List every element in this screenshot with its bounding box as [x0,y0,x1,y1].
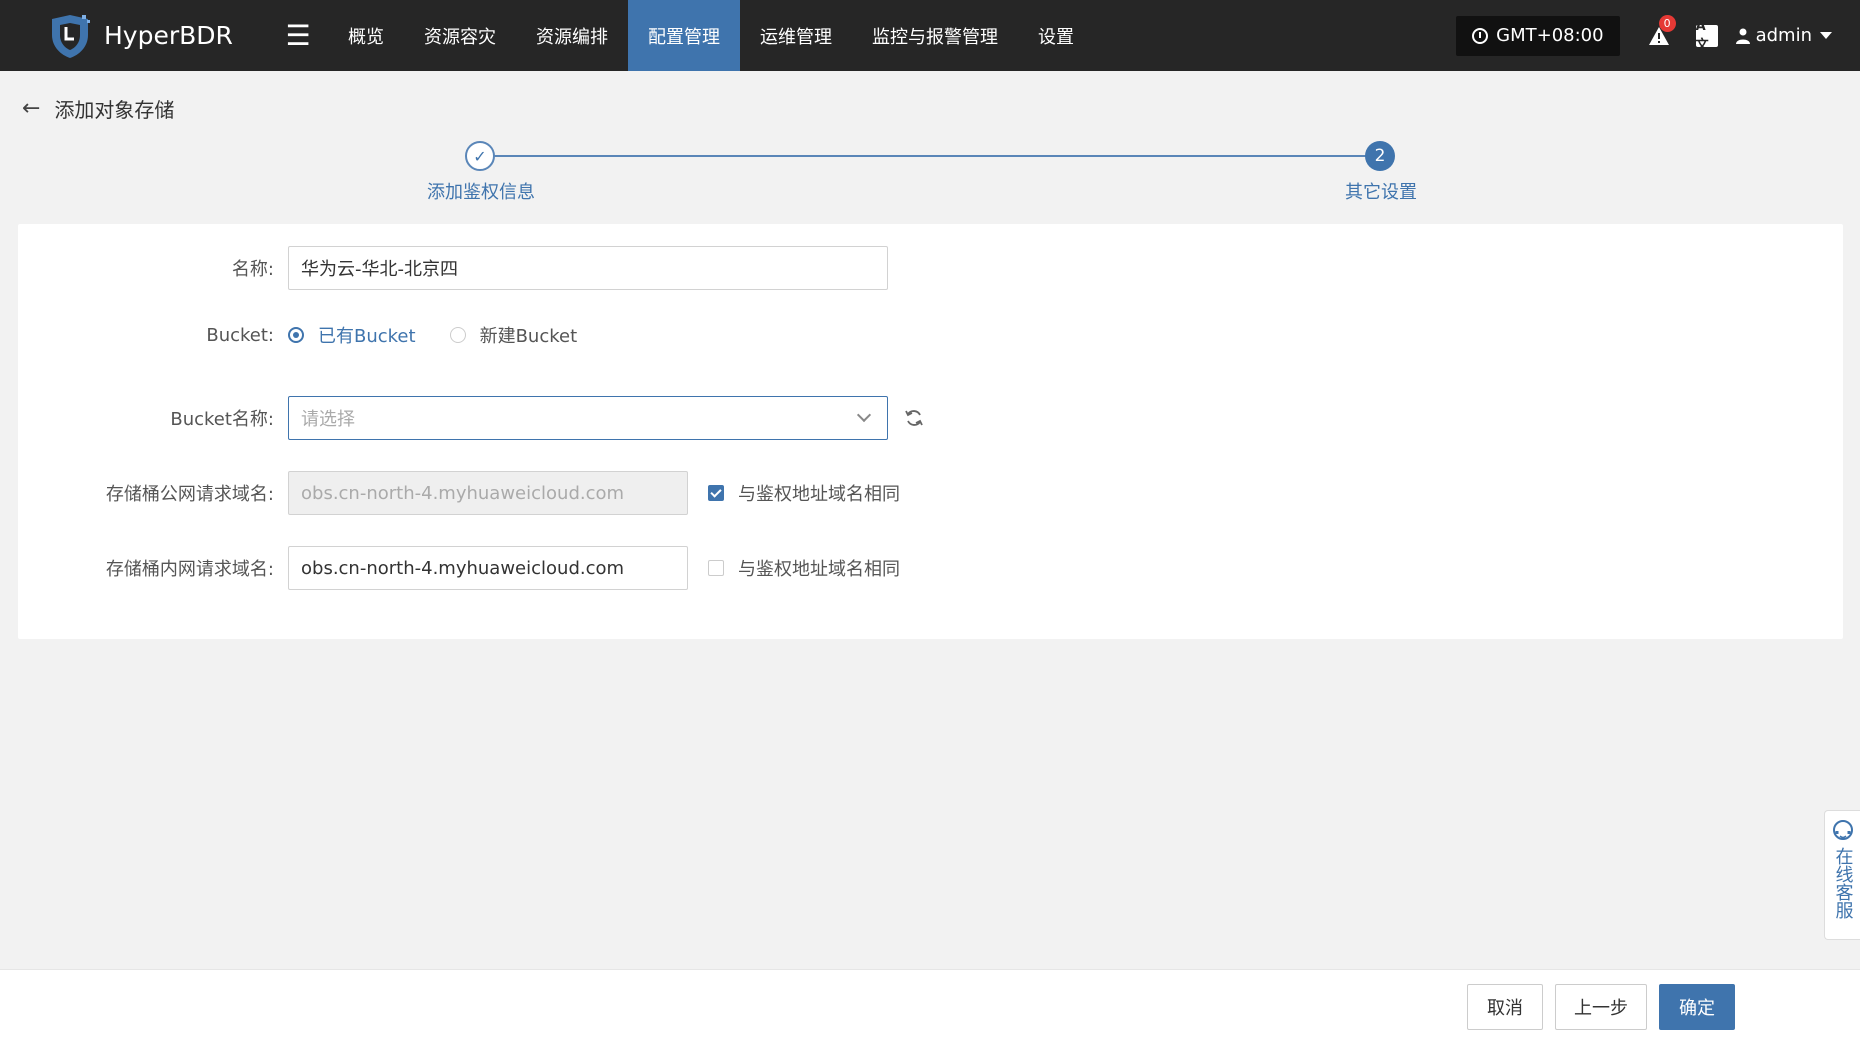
radio-existing-label: 已有Bucket [318,326,416,347]
form-card: 名称: 华为云-华北-北京四 Bucket: 已有Bucket 新建Bucket… [18,224,1843,639]
nav-item-config[interactable]: 配置管理 [628,0,740,71]
bucket-label: Bucket: [206,324,274,346]
checkbox-box [708,560,724,576]
step-2-label: 其它设置 [1345,182,1417,203]
nav-item-orchestration[interactable]: 资源编排 [516,0,628,71]
form-row-bucket-name: Bucket名称: 请选择 [18,396,1843,440]
step-2-indicator: 2 [1365,141,1395,171]
brand-name: HyperBDR [104,21,233,50]
nav-item-settings[interactable]: 设置 [1018,0,1094,71]
radio-new-bucket[interactable]: 新建Bucket [449,322,578,348]
headset-icon [1832,820,1853,840]
chevron-down-icon [856,407,872,423]
public-same-label: 与鉴权地址域名相同 [738,484,900,505]
menu-toggle-icon[interactable]: ☰ [272,0,324,71]
user-menu[interactable]: admin [1735,25,1832,46]
radio-new-label: 新建Bucket [479,326,578,347]
user-icon [1735,28,1750,44]
main-nav: 概览 资源容灾 资源编排 配置管理 运维管理 监控与报警管理 设置 [328,0,1094,71]
header-tools: GMT+08:00 0 A文 admin [1456,0,1860,71]
form-row-bucket: Bucket: 已有Bucket 新建Bucket [18,322,1843,348]
step-done-check-icon: ✓ [465,141,495,171]
back-arrow-icon[interactable]: ← [22,96,40,121]
alert-count-badge: 0 [1658,14,1676,32]
form-row-internal-domain: 存储桶内网请求域名: obs.cn-north-4.myhuaweicloud.… [18,546,1843,590]
top-navbar: HyperBDR ☰ 概览 资源容灾 资源编排 配置管理 运维管理 监控与报警管… [0,0,1860,71]
timezone-button[interactable]: GMT+08:00 [1456,15,1620,56]
cancel-button[interactable]: 取消 [1467,984,1543,1030]
public-domain-input: obs.cn-north-4.myhuaweicloud.com [288,471,688,515]
clock-icon [1472,27,1489,44]
bucket-name-placeholder: 请选择 [301,409,355,430]
page-title: 添加对象存储 [54,98,175,122]
radio-circle [449,327,466,343]
radio-existing-bucket[interactable]: 已有Bucket [288,322,416,348]
online-service-tab[interactable]: 在线客服 [1824,810,1860,940]
online-service-label: 在线客服 [1832,847,1854,919]
language-icon[interactable]: A文 [1695,19,1718,53]
timezone-label: GMT+08:00 [1496,25,1604,46]
caret-down-icon [1820,32,1832,39]
refresh-icon[interactable] [904,408,924,428]
checkbox-box [708,485,724,501]
page-header: ← 添加对象存储 [22,94,174,123]
public-same-as-auth-checkbox[interactable]: 与鉴权地址域名相同 [708,480,900,506]
wizard-steps: ✓ 添加鉴权信息 2 其它设置 [0,138,1860,208]
alert-button[interactable]: 0 [1644,14,1676,51]
bucket-name-label: Bucket名称: [170,409,274,430]
nav-item-overview[interactable]: 概览 [328,0,404,71]
internal-same-as-auth-checkbox[interactable]: 与鉴权地址域名相同 [708,555,900,581]
form-row-public-domain: 存储桶公网请求域名: obs.cn-north-4.myhuaweicloud.… [18,471,1843,515]
shield-logo-icon [52,14,90,58]
nav-item-monitoring[interactable]: 监控与报警管理 [852,0,1018,71]
name-label: 名称: [231,259,274,280]
internal-domain-input[interactable]: obs.cn-north-4.myhuaweicloud.com [288,546,688,590]
public-domain-label: 存储桶公网请求域名: [105,484,274,505]
step-connector [494,155,1378,157]
form-footer: 取消 上一步 确定 [0,969,1860,1043]
nav-item-disaster-recovery[interactable]: 资源容灾 [404,0,516,71]
step-1-label: 添加鉴权信息 [427,182,535,203]
internal-same-label: 与鉴权地址域名相同 [738,559,900,580]
bucket-name-select[interactable]: 请选择 [288,396,888,440]
nav-item-ops[interactable]: 运维管理 [740,0,852,71]
name-input[interactable]: 华为云-华北-北京四 [288,246,888,290]
form-row-name: 名称: 华为云-华北-北京四 [18,246,1843,290]
radio-circle [288,327,304,343]
internal-domain-label: 存储桶内网请求域名: [105,559,274,580]
previous-step-button[interactable]: 上一步 [1555,984,1647,1030]
app-logo[interactable]: HyperBDR [48,13,258,59]
username: admin [1755,25,1812,46]
confirm-button[interactable]: 确定 [1659,984,1735,1030]
